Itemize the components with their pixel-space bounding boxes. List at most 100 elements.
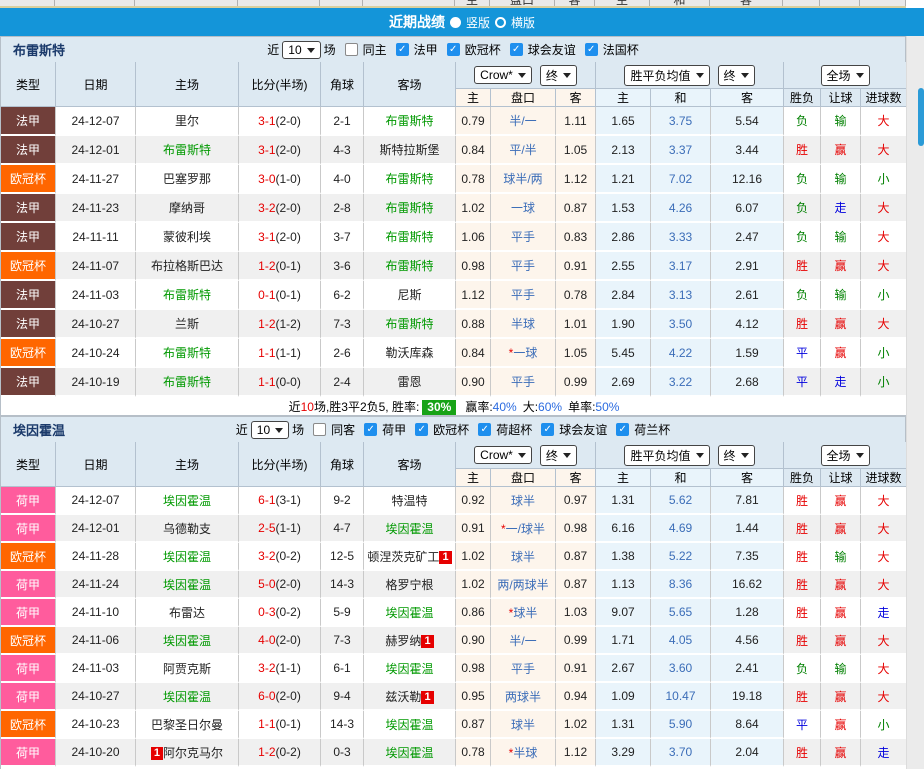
clipped-header-cell	[320, 0, 363, 6]
same-venue-label: 同主	[362, 43, 387, 57]
home-team-name[interactable]: 埃因霍温	[163, 578, 211, 592]
match-date-cell: 24-10-19	[56, 368, 136, 397]
competition-checkbox[interactable]: ✓	[584, 43, 598, 56]
match-date-cell: 24-11-27	[56, 165, 136, 194]
competition-checkbox[interactable]: ✓	[616, 423, 630, 436]
home-team-name[interactable]: 布雷达	[169, 606, 205, 620]
crown-away-odds-cell: 0.78	[556, 281, 596, 310]
home-team-name[interactable]: 布雷斯特	[163, 375, 211, 389]
odds-time-select[interactable]: 终	[539, 444, 577, 466]
handicap-cell: 平手	[491, 223, 556, 252]
scrollbar-thumb[interactable]	[918, 88, 924, 146]
team-name-title[interactable]: 埃因霍温	[13, 420, 65, 439]
handicap-cell: 球半	[491, 711, 556, 739]
vertical-layout-radio[interactable]	[449, 16, 461, 28]
chevron-down-icon	[855, 453, 864, 462]
clipped-header-cell	[0, 0, 55, 6]
competition-checkbox[interactable]: ✓	[509, 43, 523, 56]
odds-time-select[interactable]: 终	[539, 64, 577, 86]
home-team-name[interactable]: 兰斯	[175, 317, 199, 331]
home-team-name[interactable]: 布拉格斯巴达	[151, 259, 223, 273]
home-team-name[interactable]: 阿尔克马尔	[163, 746, 223, 760]
competition-checkbox[interactable]: ✓	[395, 43, 409, 56]
home-team-name[interactable]: 布雷斯特	[163, 346, 211, 360]
competition-checkbox[interactable]: ✓	[446, 43, 460, 56]
away-team-name[interactable]: 格罗宁根	[385, 578, 433, 592]
competition-type-cell: 欧冠杯	[1, 543, 56, 571]
home-team-cell: 兰斯	[136, 310, 239, 339]
away-team-name[interactable]: 布雷斯特	[385, 172, 433, 186]
match-date-cell: 24-10-27	[56, 310, 136, 339]
home-team-name[interactable]: 埃因霍温	[163, 550, 211, 564]
goals-result-cell: 大	[861, 310, 908, 339]
away-team-cell: 特温特	[364, 487, 456, 515]
match-count-select[interactable]: 10	[282, 40, 321, 59]
match-count-select[interactable]: 10	[250, 420, 290, 439]
away-team-name[interactable]: 布雷斯特	[385, 230, 433, 244]
away-team-name[interactable]: 埃因霍温	[385, 606, 433, 620]
competition-type-cell: 欧冠杯	[1, 165, 56, 194]
away-team-name[interactable]: 兹沃勒	[385, 690, 421, 704]
home-team-name[interactable]: 埃因霍温	[163, 634, 211, 648]
away-team-name[interactable]: 尼斯	[397, 288, 421, 302]
avg-odds-time-select[interactable]: 终	[717, 64, 755, 86]
unit-label: 场	[323, 43, 336, 57]
bookmaker-select[interactable]: Crow*	[474, 446, 532, 464]
home-team-name[interactable]: 布雷斯特	[163, 288, 211, 302]
competition-checkbox[interactable]: ✓	[415, 423, 429, 436]
avg-odds-time-select[interactable]: 终	[717, 444, 755, 466]
away-team-name[interactable]: 顿涅茨克矿工	[367, 550, 439, 564]
away-team-name[interactable]: 埃因霍温	[385, 746, 433, 760]
avg-away-odds-cell: 1.28	[711, 599, 785, 627]
away-team-name[interactable]: 埃因霍温	[385, 718, 433, 732]
away-team-name[interactable]: 布雷斯特	[385, 259, 433, 273]
vertical-layout-label[interactable]: 竖版	[466, 14, 490, 31]
competition-type-cell: 荷甲	[1, 487, 56, 515]
sub-header-crown-home: 主	[456, 89, 491, 107]
horizontal-layout-label[interactable]: 横版	[511, 14, 535, 31]
home-team-name[interactable]: 巴塞罗那	[163, 172, 211, 186]
home-team-name[interactable]: 蒙彼利埃	[163, 230, 211, 244]
home-team-name[interactable]: 阿贾克斯	[163, 662, 211, 676]
competition-checkbox[interactable]: ✓	[364, 423, 378, 436]
away-team-name[interactable]: 勒沃库森	[385, 346, 433, 360]
competition-checkbox[interactable]: ✓	[541, 423, 555, 436]
clipped-header-cell: 主	[455, 0, 490, 6]
vertical-scrollbar[interactable]	[906, 36, 924, 769]
corners-cell: 7-3	[321, 310, 364, 339]
result-cell: 胜	[784, 310, 822, 339]
crown-away-odds-cell: 0.94	[556, 683, 596, 711]
team-name-title[interactable]: 布雷斯特	[13, 40, 65, 59]
away-team-name[interactable]: 布雷斯特	[385, 317, 433, 331]
result-cell: 负	[784, 655, 822, 683]
away-team-name[interactable]: 斯特拉斯堡	[379, 143, 439, 157]
horizontal-layout-radio[interactable]	[495, 16, 506, 28]
home-team-name[interactable]: 巴黎圣日尔曼	[151, 718, 223, 732]
same-venue-checkbox[interactable]	[344, 43, 358, 56]
home-team-name[interactable]: 布雷斯特	[163, 143, 211, 157]
same-venue-checkbox[interactable]	[313, 423, 327, 436]
avg-draw-odds-cell: 5.90	[651, 711, 711, 739]
competition-checkbox[interactable]: ✓	[478, 423, 492, 436]
avg-odds-select[interactable]: 胜平负均值	[624, 444, 710, 466]
bookmaker-select[interactable]: Crow*	[474, 66, 532, 84]
away-team-name[interactable]: 埃因霍温	[385, 522, 433, 536]
sub-header-avg-away: 客	[711, 89, 785, 107]
home-team-name[interactable]: 埃因霍温	[163, 690, 211, 704]
clipped-header-cell	[820, 0, 860, 6]
away-team-name[interactable]: 雷恩	[397, 375, 421, 389]
match-date-cell: 24-11-10	[56, 599, 136, 627]
period-select[interactable]: 全场	[820, 444, 870, 466]
period-select[interactable]: 全场	[820, 64, 870, 86]
clipped-header-cell	[363, 0, 455, 6]
avg-odds-select[interactable]: 胜平负均值	[624, 64, 710, 86]
away-team-name[interactable]: 布雷斯特	[385, 114, 433, 128]
away-team-name[interactable]: 埃因霍温	[385, 662, 433, 676]
home-team-name[interactable]: 里尔	[175, 114, 199, 128]
home-team-name[interactable]: 乌德勒支	[163, 522, 211, 536]
away-team-name[interactable]: 赫罗纳	[385, 634, 421, 648]
home-team-name[interactable]: 摩纳哥	[169, 201, 205, 215]
away-team-name[interactable]: 特温特	[391, 494, 427, 508]
away-team-name[interactable]: 布雷斯特	[385, 201, 433, 215]
home-team-name[interactable]: 埃因霍温	[163, 494, 211, 508]
